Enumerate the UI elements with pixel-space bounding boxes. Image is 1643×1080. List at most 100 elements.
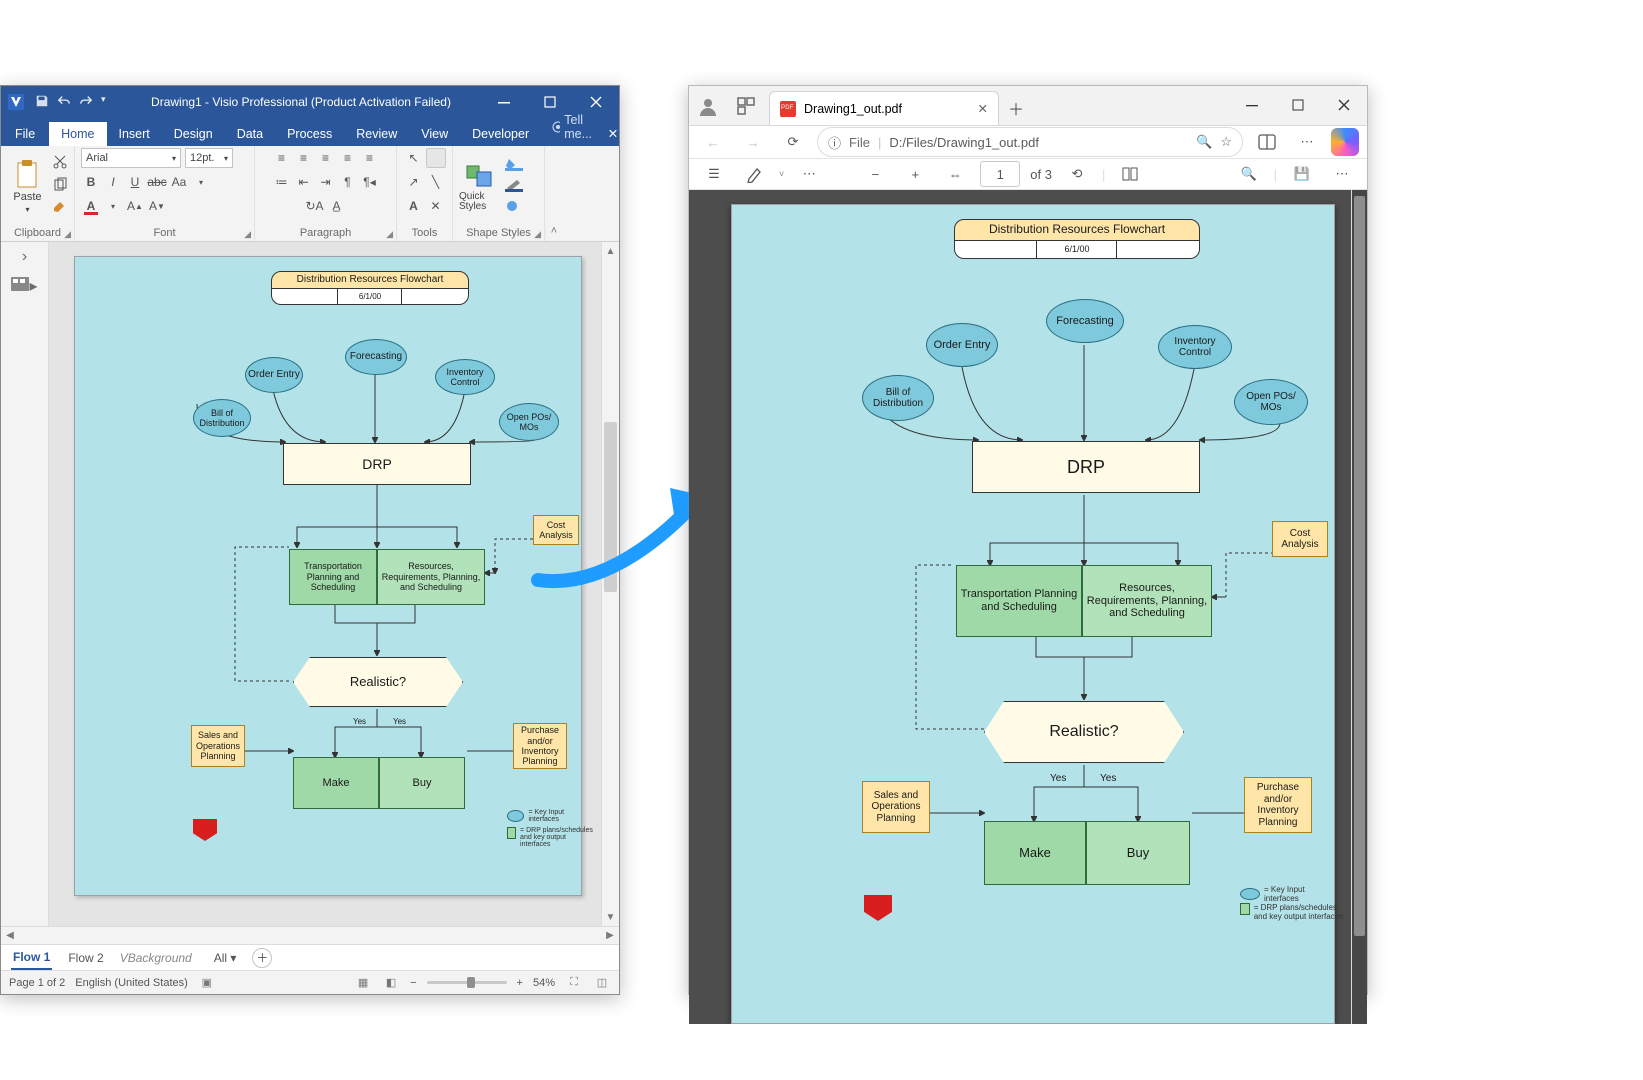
zoom-in-button[interactable]: + [517,977,523,989]
highlight-icon[interactable] [739,159,769,189]
site-info-icon[interactable]: ⓘ [828,133,841,152]
toolbar-more-icon[interactable]: ⋯ [794,159,824,189]
page-view-icon[interactable] [1115,159,1145,189]
paragraph-mark-icon[interactable]: ¶ [338,172,358,192]
node-transport[interactable]: Transportation Planning and Scheduling [289,549,377,605]
address-bar[interactable]: ⓘ File | D:/Files/Drawing1_out.pdf 🔍 ☆ [817,127,1243,157]
node-open-pos[interactable]: Open POs/ MOs [499,403,559,441]
pan-zoom-icon[interactable]: ◧ [382,974,400,992]
red-pentagon-icon[interactable] [193,819,217,841]
tab-process[interactable]: Process [275,122,344,146]
font-size-combo[interactable]: 12pt.▾ [185,148,233,168]
zoom-indicator-icon[interactable]: 🔍 [1196,134,1212,150]
tab-insert[interactable]: Insert [107,122,162,146]
node-bill-dist[interactable]: Bill of Distribution [193,399,251,437]
sheet-flow1[interactable]: Flow 1 [11,946,52,970]
sheet-flow2[interactable]: Flow 2 [68,951,103,965]
align-middle-icon[interactable]: ≡ [360,148,380,168]
find-icon[interactable]: 🔍 [1234,159,1264,189]
ribbon-close-icon[interactable]: ✕ [607,121,619,146]
bullets-icon[interactable]: ≔ [272,172,292,192]
tab-view[interactable]: View [409,122,460,146]
rotate-icon[interactable]: ↻A [305,196,325,216]
rotate-icon[interactable]: ⟲ [1062,159,1092,189]
tab-developer[interactable]: Developer [460,122,541,146]
zoom-out-button[interactable]: − [410,977,416,989]
page-number-input[interactable]: 1 [980,161,1020,187]
node-cost-analysis[interactable]: Cost Analysis [533,515,579,545]
rtl-icon[interactable]: ¶◂ [360,172,380,192]
indent-dec-icon[interactable]: ⇤ [294,172,314,192]
zoom-out-icon[interactable]: − [860,159,890,189]
tab-home[interactable]: Home [49,122,106,146]
text-tool-icon[interactable]: A [404,196,424,216]
visio-vscrollbar[interactable]: ▲ ▼ [601,242,619,926]
node-make[interactable]: Make [293,757,379,809]
new-page-button[interactable]: ＋ [252,948,272,968]
scroll-right-icon[interactable]: ▶ [601,927,619,944]
node-forecasting[interactable]: Forecasting [345,339,407,375]
grow-font-button[interactable]: A▲ [125,196,145,216]
tab-review[interactable]: Review [344,122,409,146]
tab-close-icon[interactable]: ✕ [978,101,988,116]
effects-icon[interactable] [505,199,523,216]
pdf-more-icon[interactable]: ⋯ [1327,159,1357,189]
macro-record-icon[interactable]: ▣ [198,974,216,992]
pdf-vscrollbar[interactable] [1351,190,1367,1024]
line-tool-icon[interactable]: ╲ [426,172,446,192]
visio-page[interactable]: Distribution Resources Flowchart 6/1/00 … [74,256,582,896]
indent-inc-icon[interactable]: ⇥ [316,172,336,192]
paste-button[interactable]: Paste ▾ [7,159,48,214]
tool-square-icon[interactable] [426,148,446,168]
qat-customize-icon[interactable]: ▾ [101,94,117,110]
copy-icon[interactable] [52,177,68,196]
shapes-pane-expand-icon[interactable]: › [22,248,27,266]
zoom-slider[interactable] [427,981,507,984]
node-inventory-control[interactable]: Inventory Control [435,359,495,395]
zoom-level[interactable]: 54% [533,977,555,989]
crop-tool-icon[interactable]: ✕ [426,196,446,216]
new-tab-button[interactable]: ＋ [999,91,1033,125]
italic-button[interactable]: I [103,172,123,192]
node-order-entry[interactable]: Order Entry [245,357,303,393]
node-realistic[interactable]: Realistic? [293,657,463,707]
copilot-icon[interactable] [1331,128,1359,156]
workspaces-icon[interactable] [727,87,765,125]
refresh-button[interactable]: ⟳ [777,126,809,158]
minimize-button[interactable] [481,86,527,118]
redo-icon[interactable] [79,94,95,110]
tab-design[interactable]: Design [162,122,225,146]
node-purchase[interactable]: Purchase and/or Inventory Planning [513,723,567,769]
scroll-down-icon[interactable]: ▼ [602,908,619,926]
cut-icon[interactable] [52,154,68,173]
scroll-up-icon[interactable]: ▲ [602,242,619,260]
node-resources[interactable]: Resources, Requirements, Planning, and S… [377,549,485,605]
bold-button[interactable]: B [81,172,101,192]
format-painter-icon[interactable] [52,200,68,219]
scroll-left-icon[interactable]: ◀ [1,927,19,944]
save-pdf-icon[interactable]: 💾 [1287,159,1317,189]
status-language[interactable]: English (United States) [75,977,188,989]
sheet-vbackground[interactable]: VBackground [120,951,192,965]
profile-icon[interactable] [689,87,727,125]
node-drp[interactable]: DRP [283,443,471,485]
tab-file[interactable]: File [1,122,49,146]
quick-styles-button[interactable]: Quick Styles [459,162,501,212]
highlight-more-icon[interactable]: ˅ [779,169,784,179]
visio-titlebar[interactable]: ▾ Drawing1 - Visio Professional (Product… [1,86,619,118]
contents-icon[interactable]: ☰ [699,159,729,189]
tell-me[interactable]: Tell me... [541,108,607,146]
connector-tool-icon[interactable]: ↗ [404,172,424,192]
shrink-font-button[interactable]: A▼ [147,196,167,216]
align-center-icon[interactable]: ≡ [294,148,314,168]
settings-more-icon[interactable]: ⋯ [1291,126,1323,158]
align-right-icon[interactable]: ≡ [316,148,336,168]
align-left-icon[interactable]: ≡ [272,148,292,168]
vscroll-thumb[interactable] [604,422,617,592]
fit-width-icon[interactable]: ⇔ [940,159,970,189]
pdf-vscroll-thumb[interactable] [1354,196,1365,936]
split-screen-icon[interactable] [1251,126,1283,158]
tab-data[interactable]: Data [225,122,275,146]
back-button[interactable]: ← [697,126,729,158]
font-color-button[interactable]: A [81,196,101,216]
